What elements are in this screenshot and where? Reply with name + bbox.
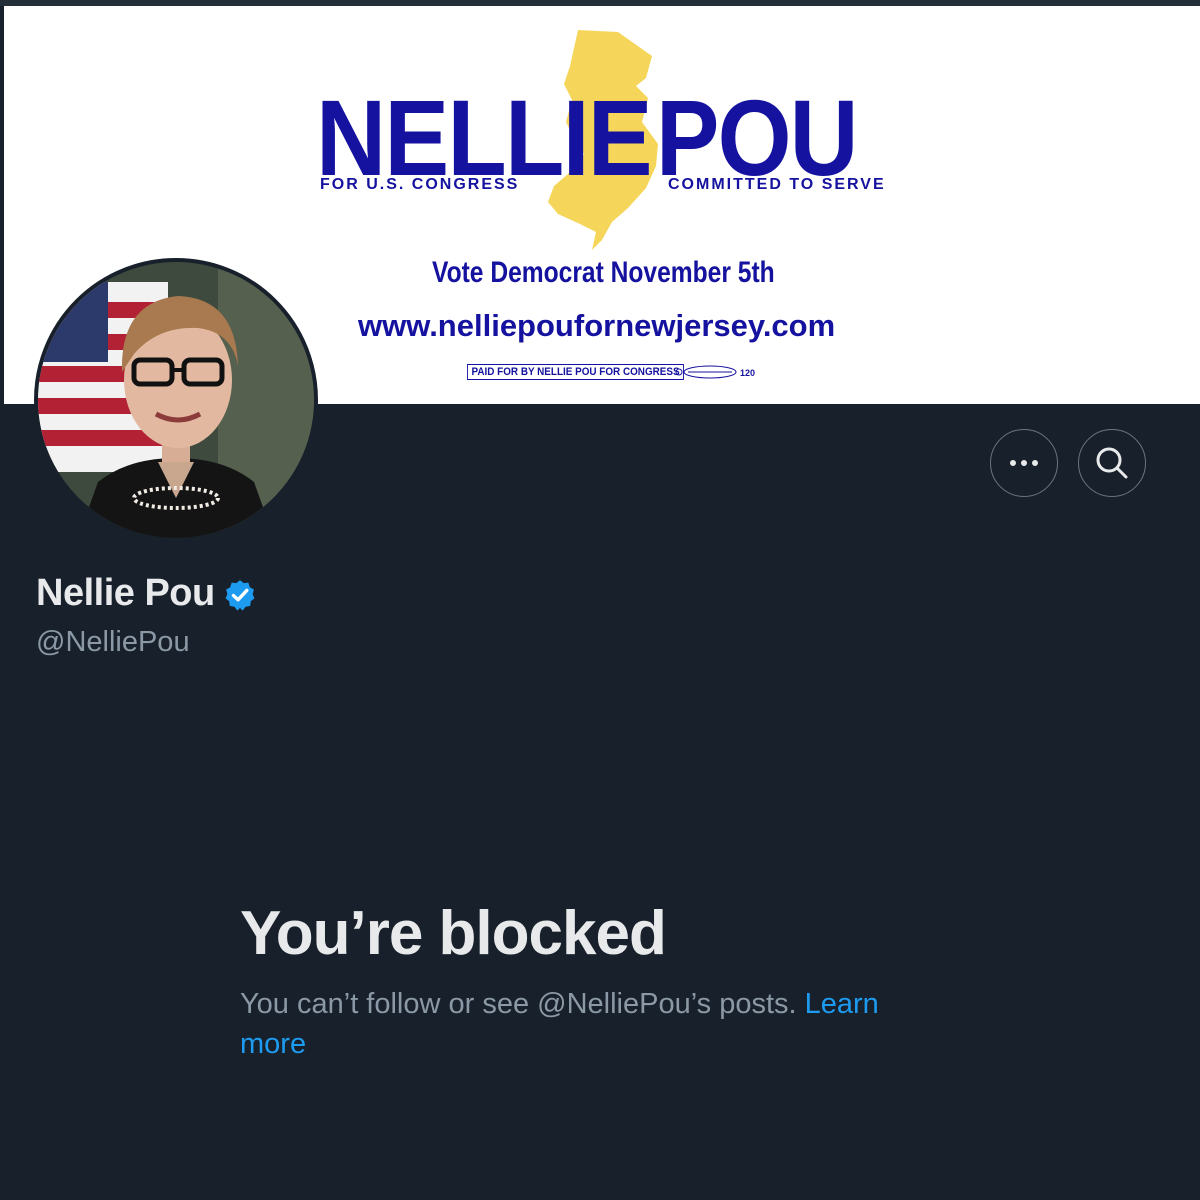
profile-name-row: Nellie Pou bbox=[36, 572, 257, 615]
banner-tagline-left: FOR U.S. CONGRESS bbox=[320, 176, 520, 193]
profile-handle: @NelliePou bbox=[36, 626, 190, 658]
search-button[interactable] bbox=[1078, 429, 1146, 497]
banner-tagline-right: COMMITTED TO SERVE bbox=[668, 176, 886, 193]
display-name: Nellie Pou bbox=[36, 572, 215, 614]
profile-page: NELLIE POU FOR U.S. CONGRESS COMMITTED T… bbox=[0, 0, 1200, 1200]
banner-vote-line: Vote Democrat November 5th bbox=[432, 256, 775, 289]
union-bug-icon bbox=[675, 365, 737, 379]
search-icon bbox=[1096, 447, 1128, 479]
more-horizontal-icon bbox=[1010, 460, 1038, 466]
avatar-photo bbox=[38, 262, 314, 538]
banner-website: www.nelliepoufornewjersey.com bbox=[358, 308, 836, 343]
verified-badge-icon[interactable] bbox=[223, 578, 257, 612]
banner-paid-for: PAID FOR BY NELLIE POU FOR CONGRESS bbox=[467, 364, 685, 380]
more-button[interactable] bbox=[990, 429, 1058, 497]
blocked-message: You can’t follow or see @NelliePou’s pos… bbox=[240, 984, 930, 1064]
avatar[interactable] bbox=[34, 258, 318, 542]
blocked-message-text: You can’t follow or see @NelliePou’s pos… bbox=[240, 988, 805, 1020]
union-number: 120 bbox=[740, 368, 756, 378]
blocked-title: You’re blocked bbox=[240, 899, 667, 968]
